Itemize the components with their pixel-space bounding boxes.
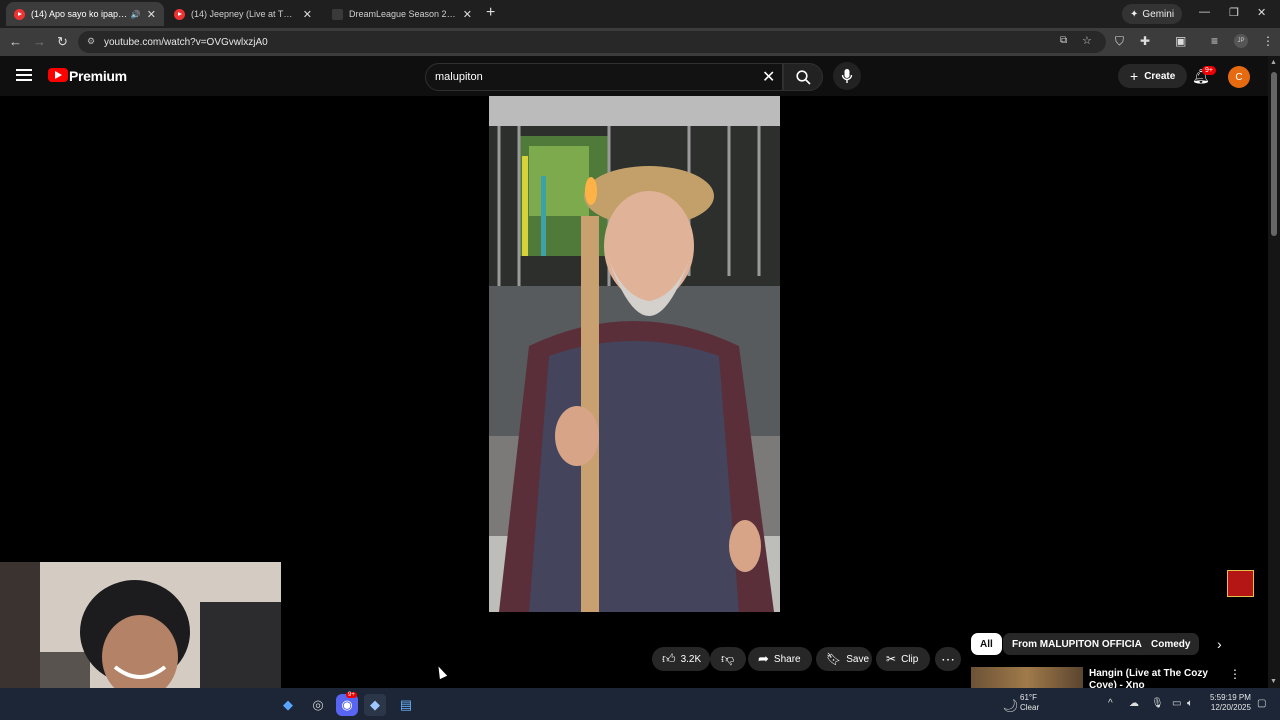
recommendation-thumbnail[interactable] [971,667,1083,688]
steam-taskbar-icon[interactable]: ◆ [277,694,299,716]
weather-desc: Clear [1020,703,1040,712]
tab-search-icon[interactable]: ▣ [1175,34,1186,48]
chip-all[interactable]: All [971,633,1002,655]
address-bar[interactable]: ⚙ youtube.com/watch?v=OVGvwlxzjA0 ⧉ ☆ [78,31,1106,53]
share-icon: ➦ [758,651,769,666]
extensions-icon[interactable]: ✚ [1140,34,1150,48]
close-tab-icon[interactable]: ✕ [147,8,156,21]
close-tab-icon[interactable]: ✕ [463,8,472,21]
search-button[interactable] [783,63,823,91]
clip-label: Clip [901,653,919,665]
weather-temp: 61°F [1020,693,1037,702]
share-label: Share [773,653,801,665]
more-actions-button[interactable]: ⋯ [935,647,961,671]
save-label: Save [846,653,870,665]
notification-count-badge: 9+ [1202,66,1216,75]
volume-icon[interactable]: 🔈︎ [1187,698,1193,709]
mouse-cursor-icon [434,664,448,680]
shield-icon[interactable]: ⛉ [1115,34,1124,49]
weather-moon-icon[interactable]: 🌙︎ [1002,698,1019,714]
share-button[interactable]: ➦ Share [748,647,812,671]
forward-icon[interactable]: → [33,34,46,49]
user-avatar[interactable]: C [1228,66,1250,88]
premium-logo-text[interactable]: Premium [69,68,127,84]
network-icon[interactable]: ▭ [1172,698,1181,709]
windows-taskbar [0,688,1280,720]
dislike-button[interactable]: 👎︎ [710,647,746,671]
sparkle-icon: ✦ [1130,8,1139,20]
notification-center-icon[interactable]: ▢ [1257,698,1266,709]
recommendation-title[interactable]: Hangin (Live at The Cozy Cove) - Xno [1089,668,1221,688]
recommendation-menu-icon[interactable]: ⋮ [1229,667,1241,681]
reload-icon[interactable]: ↻ [57,34,68,50]
browser-menu-icon[interactable]: ⋮ [1262,34,1274,48]
steam-active-taskbar-icon[interactable]: ◆ [364,694,386,716]
audio-icon[interactable]: 🔊 [131,10,141,19]
maximize-icon[interactable]: ❐ [1229,6,1239,19]
browser-tab-3[interactable]: DreamLeague Season 27 - Liqui ✕ [324,2,480,26]
minimize-icon[interactable]: — [1199,6,1210,18]
youtube-favicon-icon [174,8,185,20]
thumbs-down-icon: 👎︎ [721,651,735,666]
chip-comedy[interactable]: Comedy [1142,633,1200,655]
scroll-down-icon[interactable]: ▼ [1270,678,1277,685]
chevron-right-icon[interactable]: › [1217,636,1222,652]
like-button[interactable]: 👍︎ 3.2K [652,647,710,671]
bookmark-star-icon[interactable]: ☆ [1082,34,1092,47]
profile-avatar[interactable]: JP [1234,34,1248,48]
scissors-icon: ✂ [886,652,897,666]
video-player[interactable] [489,96,780,612]
browser-tab-2[interactable]: (14) Jeepney (Live at The Cozy C ✕ [166,2,320,26]
close-tab-icon[interactable]: ✕ [303,8,312,21]
back-icon[interactable]: ← [9,34,22,49]
more-horizontal-icon: ⋯ [941,650,955,667]
clip-button[interactable]: ✂ Clip [876,647,930,671]
thumbs-up-icon: 👍︎ [662,651,676,666]
discord-badge: 9+ [346,692,357,698]
browser-tab-1[interactable]: (14) Apo sayo ko ipapasa ang 🔊 ✕ [6,2,164,26]
search-icon [796,70,811,85]
plus-icon: + [1130,68,1139,84]
liquipedia-favicon-icon [332,8,343,20]
tab-title: DreamLeague Season 27 - Liqui [349,9,457,19]
system-clock[interactable]: 5:59:19 PM 12/20/2025 [1210,693,1251,713]
save-button[interactable]: 🔖︎ Save [816,647,872,671]
youtube-logo-icon[interactable] [48,68,68,82]
tab-title: (14) Apo sayo ko ipapasa ang [31,9,128,19]
gemini-button[interactable]: ✦ Gemini [1122,4,1183,24]
clock-date: 12/20/2025 [1210,703,1251,712]
site-info-icon[interactable]: ⚙ [87,36,95,47]
create-button[interactable]: + Create [1118,64,1188,88]
weather-widget[interactable]: 61°F Clear [1020,693,1039,713]
search-input[interactable]: malupiton [425,63,783,91]
bookmark-icon: 🔖︎ [826,652,842,666]
new-tab-icon[interactable]: + [486,5,495,21]
channel-watermark-icon[interactable] [1227,570,1254,597]
scroll-up-icon[interactable]: ▲ [1270,59,1277,66]
notepad-taskbar-icon[interactable]: ▤ [395,694,417,716]
microphone-icon [841,69,853,83]
gemini-label: Gemini [1142,8,1175,20]
media-control-icon[interactable]: ≡ [1211,34,1218,48]
clear-search-icon[interactable]: ✕ [762,67,775,87]
url-text: youtube.com/watch?v=OVGvwlxzjA0 [104,36,268,48]
tray-overflow-icon[interactable]: ^ [1108,698,1113,709]
youtube-favicon-icon [14,8,25,20]
chip-from-channel[interactable]: From MALUPITON OFFICIAL [1003,633,1157,655]
install-icon[interactable]: ⧉ [1060,35,1067,46]
hamburger-menu-icon[interactable] [16,69,32,81]
chrome-taskbar-icon[interactable]: ◎ [307,694,329,716]
scrollbar-thumb[interactable] [1271,72,1277,236]
create-label: Create [1144,70,1176,82]
clock-time: 5:59:19 PM [1210,693,1251,702]
window-close-icon[interactable]: ✕ [1257,6,1266,19]
mic-tray-icon[interactable]: 🎙︎ [1151,698,1164,709]
video-frame-image [489,96,780,612]
tab-title: (14) Jeepney (Live at The Cozy C [191,9,297,19]
onedrive-icon[interactable]: ☁ [1129,698,1139,709]
voice-search-button[interactable] [833,62,861,90]
like-count: 3.2K [680,653,702,665]
